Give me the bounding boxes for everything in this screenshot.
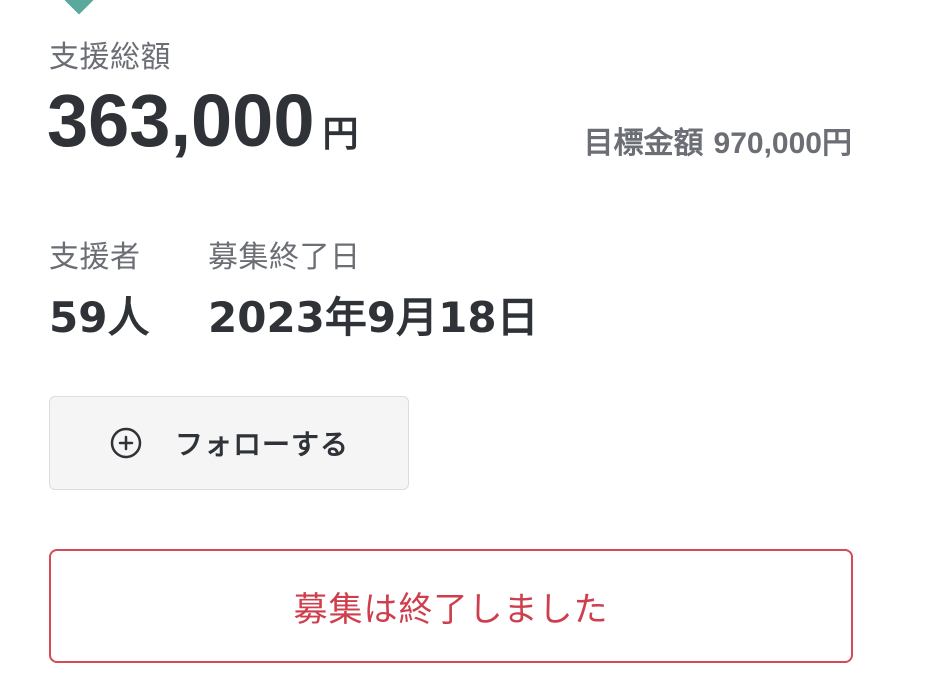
plus-circle-icon [109, 426, 143, 460]
end-date-value: 2023年9月18日 [208, 293, 539, 342]
end-date-label: 募集終了日 [208, 240, 361, 275]
recruitment-ended-notice: 募集は終了しました [49, 549, 853, 663]
goal-label: 目標金額 [583, 126, 704, 161]
total-support-unit: 円 [322, 114, 359, 155]
follow-button-label: フォローする [174, 428, 349, 461]
goal-amount: 目標金額 970,000円 [584, 118, 852, 162]
supporters-label: 支援者 [49, 240, 141, 275]
total-support-amount: 363,000 円 [47, 78, 359, 163]
total-support-label: 支援総額 [49, 40, 171, 75]
follow-button[interactable]: フォローする [49, 396, 409, 490]
supporters-value: 59人 [49, 293, 150, 342]
recruitment-ended-text: 募集は終了しました [293, 589, 609, 630]
total-support-number: 363,000 [47, 79, 315, 162]
goal-value: 970,000円 [713, 127, 852, 160]
decorative-marker [63, 0, 95, 15]
